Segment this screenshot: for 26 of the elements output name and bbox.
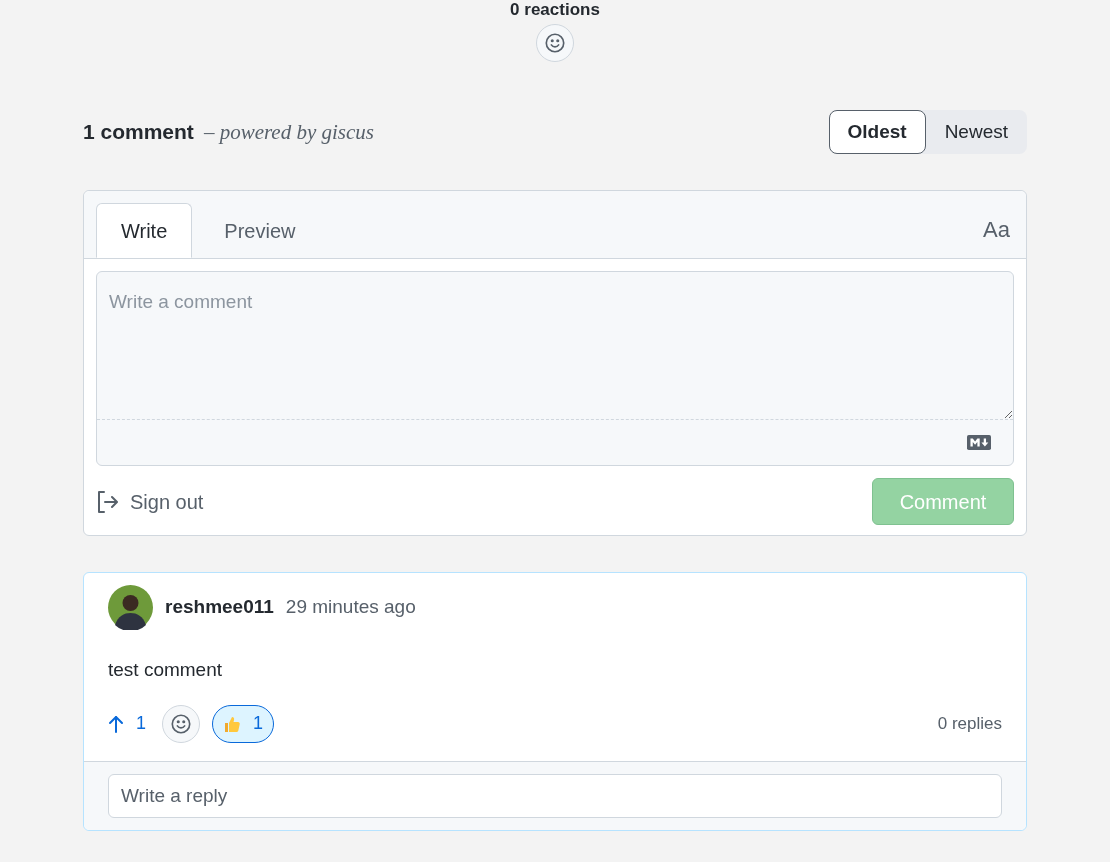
comment-count: 1 comment xyxy=(83,118,194,145)
sign-out-button[interactable]: Sign out xyxy=(96,486,204,517)
smiley-icon xyxy=(544,32,566,54)
reaction-button[interactable]: 1 xyxy=(212,704,275,743)
upvote-button[interactable]: 1 xyxy=(108,710,150,737)
sign-out-icon xyxy=(96,489,118,514)
powered-by-text: – powered by giscus xyxy=(203,118,374,146)
sort-tab[interactable]: Oldest xyxy=(828,110,926,154)
text-format-label[interactable]: Aa xyxy=(983,213,1010,246)
comment-input[interactable]: Write a comment xyxy=(96,271,1014,466)
arrow-up-icon xyxy=(108,714,124,733)
reactions-count: 0 reactions xyxy=(510,0,600,20)
editor-tab[interactable]: Write xyxy=(96,203,193,258)
reply-input[interactable]: Write a reply xyxy=(108,773,1002,818)
markdown-icon xyxy=(967,435,991,450)
sort-tab[interactable]: Newest xyxy=(925,110,1027,154)
replies-count: 0 replies xyxy=(937,712,1002,735)
editor-tab[interactable]: Preview xyxy=(192,203,328,258)
comment-time[interactable]: 29 minutes ago xyxy=(285,593,416,622)
thumbs-up-icon xyxy=(223,714,241,733)
add-reaction-button[interactable] xyxy=(162,704,200,743)
add-reaction-button[interactable] xyxy=(536,24,574,62)
smiley-icon xyxy=(170,712,192,735)
avatar xyxy=(108,585,153,630)
author-name[interactable]: reshmee011 xyxy=(165,593,274,622)
comment-body: test comment xyxy=(107,658,224,682)
